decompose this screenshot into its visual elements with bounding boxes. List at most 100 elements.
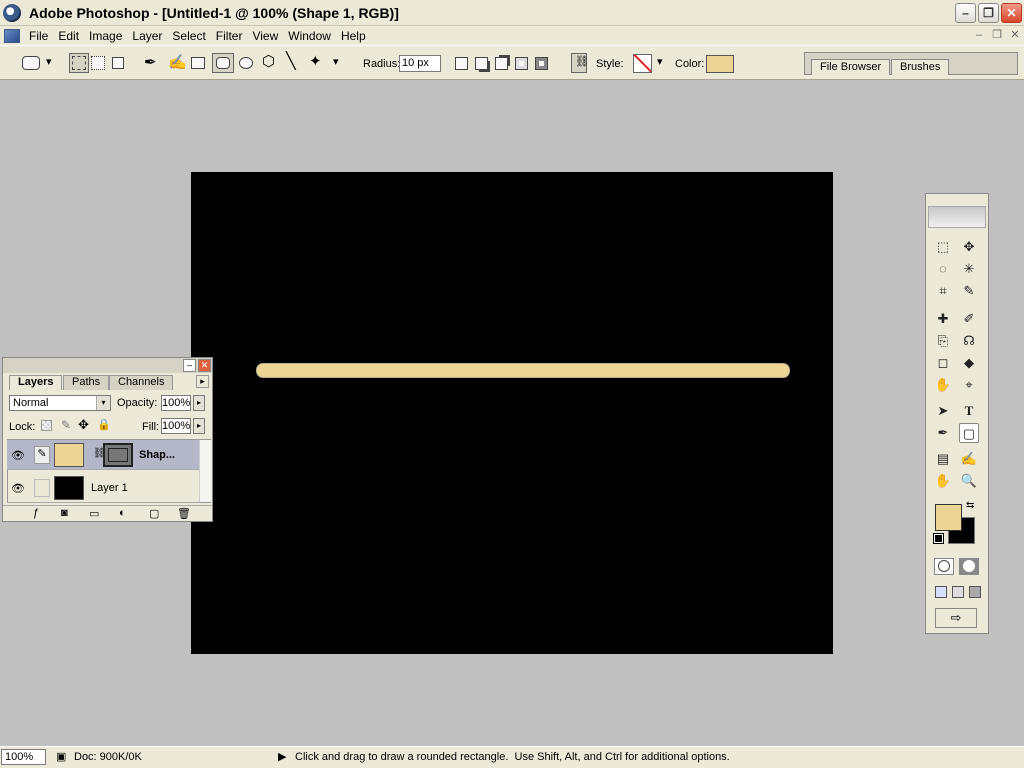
layers-scrollbar[interactable]: [199, 440, 211, 502]
zoom-tool-icon[interactable]: 🔍: [959, 471, 979, 491]
document-icon[interactable]: [4, 28, 20, 43]
exclude-shape-icon[interactable]: [535, 57, 548, 70]
magic-wand-tool-icon[interactable]: ✳: [959, 259, 979, 279]
type-tool-icon[interactable]: T: [959, 401, 979, 421]
restore-button[interactable]: ❐: [978, 3, 999, 23]
standard-screen-mode-icon[interactable]: [935, 586, 947, 598]
menu-file[interactable]: File: [26, 29, 55, 43]
path-selection-icon[interactable]: ➤: [933, 401, 953, 421]
menu-help[interactable]: Help: [338, 29, 373, 43]
layer-row-layer-1[interactable]: 👁 Layer 1: [7, 473, 199, 503]
create-new-shape-icon[interactable]: [455, 57, 468, 70]
eye-icon[interactable]: 👁: [11, 482, 25, 495]
new-layer-icon[interactable]: ▢: [149, 507, 159, 520]
brush-icon[interactable]: ✎: [34, 446, 50, 464]
menu-view[interactable]: View: [249, 29, 285, 43]
clone-stamp-icon[interactable]: ⎘: [933, 331, 953, 351]
layers-palette-titlebar[interactable]: – ✕: [3, 358, 212, 373]
paths-mode-icon[interactable]: [91, 56, 105, 70]
ellipse-tool-icon[interactable]: [239, 57, 253, 69]
move-tool-icon[interactable]: ✥: [959, 237, 979, 257]
tab-paths[interactable]: Paths: [63, 375, 110, 390]
hand-tool-icon[interactable]: ✋: [933, 471, 953, 491]
menu-filter[interactable]: Filter: [213, 29, 250, 43]
tab-brushes[interactable]: Brushes: [891, 59, 950, 75]
foreground-color-swatch[interactable]: [935, 504, 962, 531]
menu-edit[interactable]: Edit: [55, 29, 86, 43]
tool-preset-dropdown-icon[interactable]: ▾: [46, 55, 52, 68]
layer-mask-icon[interactable]: ◙: [61, 507, 68, 519]
lock-transparent-icon[interactable]: [41, 420, 52, 431]
tab-channels[interactable]: Channels: [109, 375, 174, 390]
status-menu-arrow-icon[interactable]: ▶: [278, 750, 286, 763]
lasso-tool-icon[interactable]: ◌: [933, 259, 953, 279]
palette-menu-icon[interactable]: ▸: [196, 375, 209, 388]
rounded-rectangle-shape[interactable]: [256, 363, 790, 378]
tool-preset-icon[interactable]: [22, 56, 40, 70]
fill-input[interactable]: 100%: [161, 418, 191, 434]
shape-color-swatch[interactable]: [706, 55, 734, 73]
tab-file-browser[interactable]: File Browser: [811, 59, 891, 75]
full-screen-mode-icon[interactable]: [969, 586, 981, 598]
fill-slider-button[interactable]: ▸: [193, 418, 205, 434]
line-tool-icon[interactable]: ╲: [286, 51, 296, 71]
freeform-pen-icon[interactable]: ✍: [168, 53, 187, 71]
geometry-options-dropdown-icon[interactable]: ▾: [333, 55, 339, 68]
add-to-shape-icon[interactable]: [475, 57, 488, 70]
jump-to-imageready-icon[interactable]: ⇨: [935, 608, 977, 628]
subtract-shape-icon[interactable]: [495, 57, 508, 70]
pen-tool-icon[interactable]: ✒: [933, 423, 953, 443]
link-slot[interactable]: [34, 479, 50, 497]
lock-image-icon[interactable]: ✎: [61, 418, 71, 432]
menu-image[interactable]: Image: [86, 29, 129, 43]
intersect-shape-icon[interactable]: [515, 57, 528, 70]
history-brush-icon[interactable]: ☊: [959, 331, 979, 351]
rounded-rectangle-tool-icon[interactable]: ▢: [959, 423, 979, 443]
notes-tool-icon[interactable]: ▤: [933, 449, 953, 469]
lock-all-icon[interactable]: 🔒: [97, 418, 111, 431]
tab-layers[interactable]: Layers: [9, 375, 63, 390]
blend-mode-select[interactable]: Normal ▾: [9, 395, 111, 411]
radius-input[interactable]: 10 px: [399, 55, 441, 72]
healing-brush-icon[interactable]: ✚: [933, 309, 953, 329]
palette-close-button[interactable]: ✕: [198, 359, 211, 372]
menu-select[interactable]: Select: [169, 29, 212, 43]
document-minimize-button[interactable]: –: [972, 28, 986, 42]
blur-tool-icon[interactable]: ✋: [933, 375, 953, 395]
lock-position-icon[interactable]: ✥: [78, 417, 89, 433]
close-button[interactable]: ✕: [1001, 3, 1022, 23]
layer-style-icon[interactable]: ƒ: [33, 507, 39, 519]
adobe-online-icon[interactable]: [928, 206, 986, 228]
custom-shape-tool-icon[interactable]: ✦: [309, 52, 322, 70]
trash-icon[interactable]: 🗑: [177, 507, 191, 520]
style-none-swatch[interactable]: [633, 54, 652, 73]
opacity-input[interactable]: 100%: [161, 395, 191, 411]
slice-tool-icon[interactable]: ✎: [959, 281, 979, 301]
document-canvas[interactable]: [191, 172, 833, 654]
default-colors-icon[interactable]: [933, 533, 944, 544]
brush-tool-icon[interactable]: ✐: [959, 309, 979, 329]
crop-tool-icon[interactable]: ⌗: [933, 281, 953, 301]
menu-layer[interactable]: Layer: [129, 29, 169, 43]
palette-minimize-button[interactable]: –: [183, 359, 196, 372]
eye-icon[interactable]: 👁: [11, 449, 25, 462]
paint-bucket-icon[interactable]: ◆: [959, 353, 979, 373]
photoshop-app-icon[interactable]: [3, 3, 21, 22]
marquee-tool-icon[interactable]: ⬚: [933, 237, 953, 257]
document-info-icon[interactable]: ▣: [56, 750, 66, 763]
dodge-tool-icon[interactable]: ⌖: [959, 375, 979, 395]
adjustment-layer-icon[interactable]: ◐: [119, 507, 126, 519]
eyedropper-tool-icon[interactable]: ✍: [959, 449, 979, 469]
polygon-tool-icon[interactable]: ⬡: [262, 52, 275, 70]
minimize-button[interactable]: –: [955, 3, 976, 23]
swap-colors-icon[interactable]: ⇆: [966, 500, 974, 511]
zoom-level-input[interactable]: 100%: [1, 749, 46, 765]
menu-window[interactable]: Window: [285, 29, 338, 43]
document-close-button[interactable]: ✕: [1008, 28, 1022, 42]
full-screen-menu-mode-icon[interactable]: [952, 586, 964, 598]
opacity-slider-button[interactable]: ▸: [193, 395, 205, 411]
fill-pixels-icon[interactable]: [112, 57, 124, 69]
layer-row-shape-1[interactable]: 👁 ✎ ⛓ Shap...: [7, 440, 199, 470]
new-set-icon[interactable]: ▭: [89, 507, 99, 520]
eraser-tool-icon[interactable]: ◻: [933, 353, 953, 373]
